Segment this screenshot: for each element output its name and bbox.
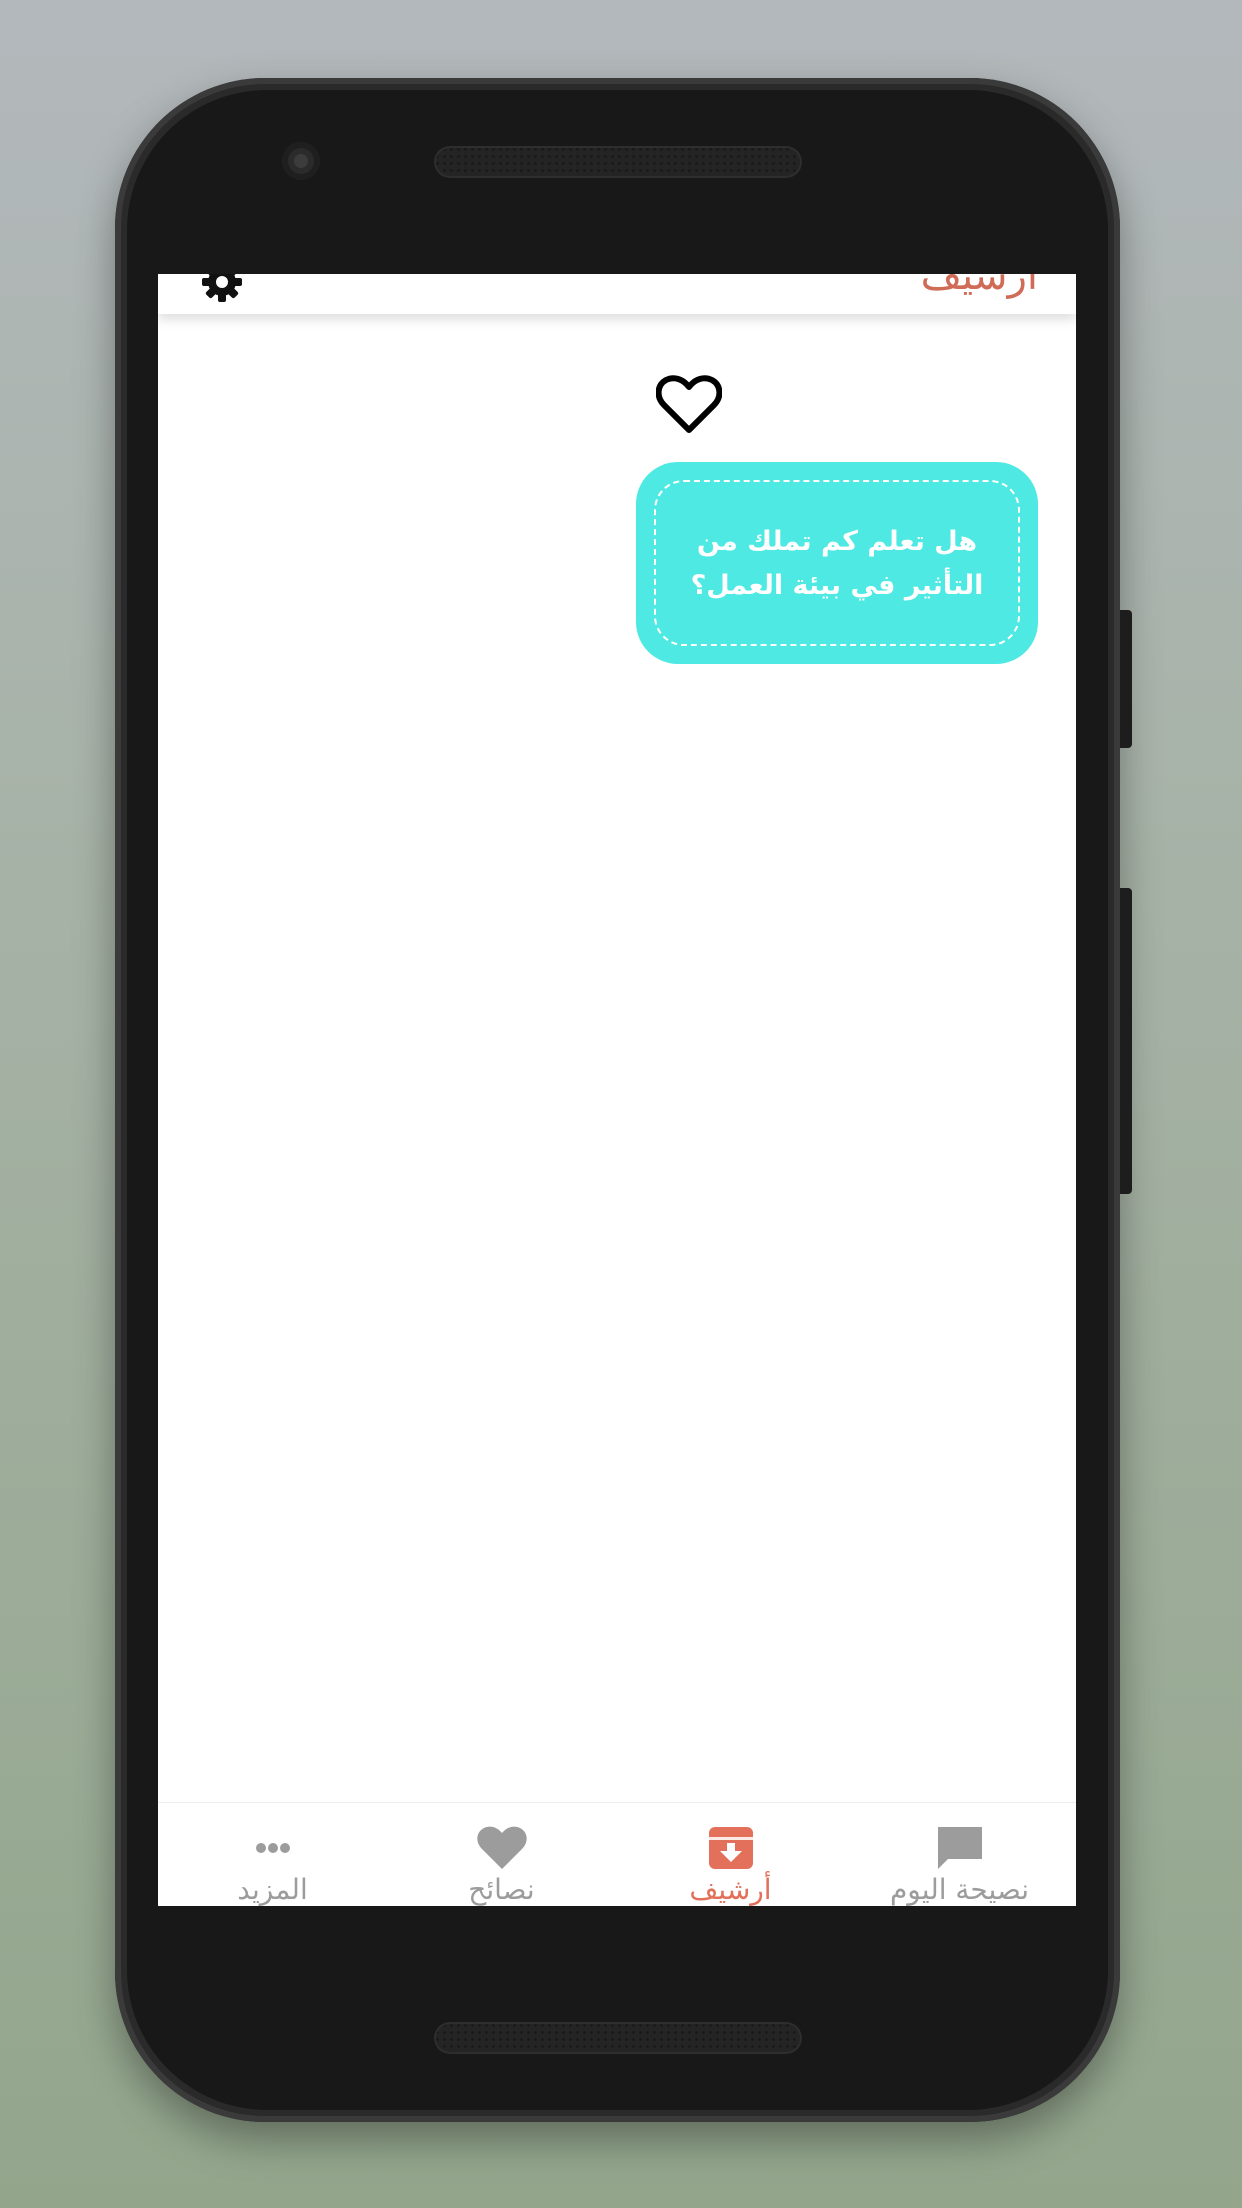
tip-card-text: هل تعلم كم تملك من التأثير في بيئة العمل… bbox=[690, 526, 984, 601]
nav-item-tips[interactable]: نصائح bbox=[387, 1803, 616, 1906]
settings-gear-icon[interactable] bbox=[198, 274, 246, 306]
bottom-navigation: المزيد نصائح أرشيف نصيحة اليوم bbox=[158, 1802, 1076, 1906]
power-button bbox=[1120, 888, 1132, 1194]
volume-button bbox=[1120, 610, 1132, 748]
app-bar: أرشيف bbox=[158, 274, 1076, 314]
nav-label-archive: أرشيف bbox=[689, 1873, 772, 1906]
nav-label-more: المزيد bbox=[237, 1873, 308, 1906]
bottom-speaker-grille bbox=[434, 2022, 802, 2054]
top-speaker-grille bbox=[434, 146, 802, 178]
page-title: أرشيف bbox=[920, 274, 1038, 299]
app-screen: أرشيف هل تعلم كم تملك من التأثير في بيئة… bbox=[158, 274, 1076, 1906]
heart-icon bbox=[476, 1826, 527, 1869]
favorite-heart-icon[interactable] bbox=[656, 374, 722, 436]
chat-bubble-icon bbox=[937, 1827, 982, 1869]
nav-label-tip-of-the-day: نصيحة اليوم bbox=[889, 1873, 1030, 1906]
nav-item-more[interactable]: المزيد bbox=[158, 1803, 387, 1906]
more-dots-icon bbox=[255, 1843, 290, 1853]
tip-card[interactable]: هل تعلم كم تملك من التأثير في بيئة العمل… bbox=[636, 462, 1038, 664]
archive-box-icon bbox=[708, 1827, 753, 1869]
nav-label-tips: نصائح bbox=[468, 1873, 535, 1906]
front-camera bbox=[282, 142, 320, 180]
nav-item-archive[interactable]: أرشيف bbox=[616, 1803, 845, 1906]
nav-item-tip-of-the-day[interactable]: نصيحة اليوم bbox=[845, 1803, 1074, 1906]
